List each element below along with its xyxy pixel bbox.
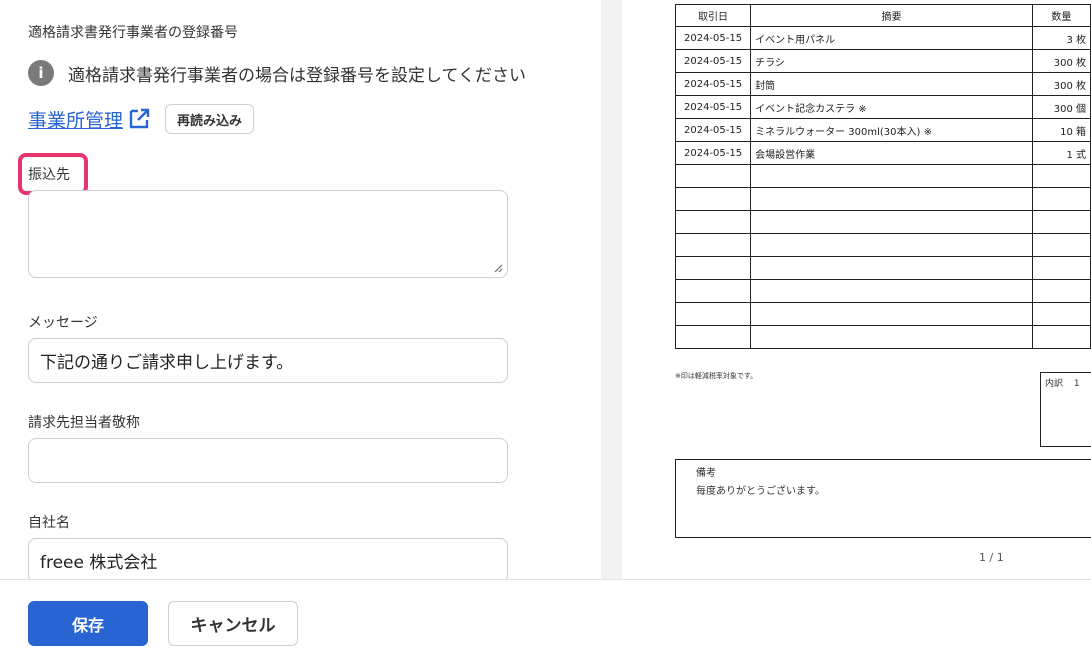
company-name-input[interactable]: freee 株式会社 xyxy=(28,538,508,579)
empty-row xyxy=(674,210,1091,234)
form-panel: 適格請求書発行事業者の登録番号 i 適格請求書発行事業者の場合は登録番号を設定し… xyxy=(0,0,601,579)
row-quantity: 300 枚 xyxy=(1031,72,1091,96)
header-quantity: 数量 xyxy=(1031,4,1091,27)
row-quantity: 300 枚 xyxy=(1031,49,1091,73)
remarks-label: 備考 xyxy=(696,468,716,479)
registration-info-text: 適格請求書発行事業者の場合は登録番号を設定してください xyxy=(68,65,526,86)
recipient-honorific-input[interactable] xyxy=(28,438,508,483)
row-date: 2024-05-15 xyxy=(674,141,752,165)
registration-info: i 適格請求書発行事業者の場合は登録番号を設定してください xyxy=(28,60,526,86)
table-row: 2024-05-15 会場設営作業 1 式 xyxy=(674,141,1091,165)
row-quantity: 1 式 xyxy=(1031,141,1091,165)
table-row: 2024-05-15 チラシ 300 枚 xyxy=(674,49,1091,73)
registration-number-label: 適格請求書発行事業者の登録番号 xyxy=(28,25,238,41)
bank-account-label: 振込先 xyxy=(28,167,70,183)
empty-row xyxy=(674,187,1091,211)
resize-grip-icon[interactable] xyxy=(493,263,503,273)
bank-account-textarea[interactable] xyxy=(28,190,508,278)
recipient-honorific-label: 請求先担当者敬称 xyxy=(28,415,140,431)
table-row: 2024-05-15 イベント記念カステラ ※ 300 個 xyxy=(674,95,1091,119)
row-description: 封筒 xyxy=(750,72,1033,96)
breakdown-value: 1 xyxy=(1073,379,1080,389)
table-row: 2024-05-15 封筒 300 枚 xyxy=(674,72,1091,96)
info-icon: i xyxy=(28,60,54,86)
external-link-icon[interactable] xyxy=(127,107,151,131)
empty-row xyxy=(674,164,1091,188)
empty-row xyxy=(674,279,1091,303)
table-row: 2024-05-15 イベント用パネル 3 枚 xyxy=(674,26,1091,50)
row-date: 2024-05-15 xyxy=(674,72,752,96)
header-date: 取引日 xyxy=(674,4,752,27)
row-description: チラシ xyxy=(750,49,1033,73)
empty-row xyxy=(674,256,1091,280)
row-quantity: 300 個 xyxy=(1031,95,1091,119)
empty-row xyxy=(674,233,1091,257)
table-row: 2024-05-15 ミネラルウォーター 300ml(30本入) ※ 10 箱 xyxy=(674,118,1091,142)
page-indicator: 1 / 1 xyxy=(979,551,1004,564)
row-description: ミネラルウォーター 300ml(30本入) ※ xyxy=(750,118,1033,142)
reload-button[interactable]: 再読み込み xyxy=(165,104,255,134)
message-label: メッセージ xyxy=(28,315,98,331)
remarks-text: 毎度ありがとうございます。 xyxy=(696,486,825,497)
footer-bar: 保存 キャンセル xyxy=(0,579,1091,666)
row-description: イベント記念カステラ ※ xyxy=(750,95,1033,119)
invoice-preview: 取引日 摘要 数量 2024-05-15 イベント用パネル 3 枚 2024-0… xyxy=(622,0,1091,579)
invoice-settings-screen: 適格請求書発行事業者の登録番号 i 適格請求書発行事業者の場合は登録番号を設定し… xyxy=(0,0,1091,666)
row-description: イベント用パネル xyxy=(750,26,1033,50)
row-date: 2024-05-15 xyxy=(674,95,752,119)
header-description: 摘要 xyxy=(750,4,1033,27)
row-date: 2024-05-15 xyxy=(674,118,752,142)
office-management-link[interactable]: 事業所管理 xyxy=(28,106,123,133)
reduced-tax-note: ※印は軽減税率対象です。 xyxy=(675,372,758,380)
company-name-label: 自社名 xyxy=(28,515,70,531)
row-quantity: 3 枚 xyxy=(1031,26,1091,50)
office-link-row: 事業所管理 再読み込み xyxy=(28,104,255,134)
panel-divider xyxy=(601,0,622,579)
message-input[interactable]: 下記の通りご請求申し上げます。 xyxy=(28,338,508,383)
breakdown-label: 内訳 xyxy=(1045,379,1064,389)
cancel-button[interactable]: キャンセル xyxy=(168,601,298,646)
row-date: 2024-05-15 xyxy=(674,49,752,73)
row-description: 会場設営作業 xyxy=(750,141,1033,165)
remarks-box: 備考 毎度ありがとうございます。 xyxy=(675,459,1091,538)
row-date: 2024-05-15 xyxy=(674,26,752,50)
empty-row xyxy=(674,325,1091,349)
table-header-row: 取引日 摘要 数量 xyxy=(674,4,1091,27)
tax-breakdown-box: 内訳 1 xyxy=(1040,372,1091,447)
save-button[interactable]: 保存 xyxy=(28,601,148,646)
row-quantity: 10 箱 xyxy=(1031,118,1091,142)
line-items-table: 取引日 摘要 数量 2024-05-15 イベント用パネル 3 枚 2024-0… xyxy=(674,4,1091,349)
empty-row xyxy=(674,302,1091,326)
